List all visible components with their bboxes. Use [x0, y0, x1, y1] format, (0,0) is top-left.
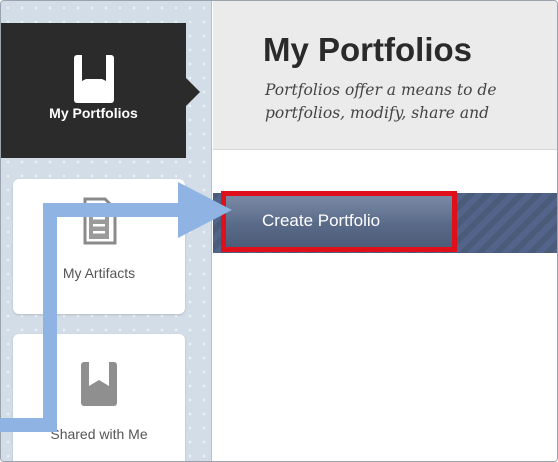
page-description: Portfolios offer a means to de portfolio… — [265, 79, 557, 125]
sidebar-item-my-portfolios[interactable]: My Portfolios — [1, 23, 200, 158]
page-header: My Portfolios Portfolios offer a means t… — [213, 1, 557, 150]
portfolio-book-icon — [73, 55, 114, 103]
page-title: My Portfolios — [263, 31, 473, 68]
document-artifact-icon — [83, 197, 117, 245]
sidebar-item-label: Shared with Me — [50, 426, 148, 442]
sidebar-item-label: My Artifacts — [62, 265, 136, 281]
sidebar: My Portfolios My Artifacts Shared with M… — [1, 1, 212, 461]
action-toolbar: Create Portfolio — [213, 191, 557, 253]
description-line: Portfolios offer a means to de — [265, 81, 497, 99]
sidebar-item-shared-with-me[interactable]: Shared with Me — [13, 334, 185, 461]
content-area — [213, 253, 557, 461]
sidebar-item-label: My Portfolios — [49, 105, 138, 121]
portfolio-window: My Portfolios My Artifacts Shared with M… — [0, 0, 558, 462]
main-panel: My Portfolios Portfolios offer a means t… — [213, 1, 557, 461]
description-line: portfolios, modify, share and — [265, 104, 490, 122]
shared-book-icon — [81, 362, 117, 406]
active-pointer — [186, 78, 200, 106]
create-portfolio-button[interactable]: Create Portfolio — [221, 191, 457, 252]
sidebar-item-my-artifacts[interactable]: My Artifacts — [13, 179, 185, 314]
